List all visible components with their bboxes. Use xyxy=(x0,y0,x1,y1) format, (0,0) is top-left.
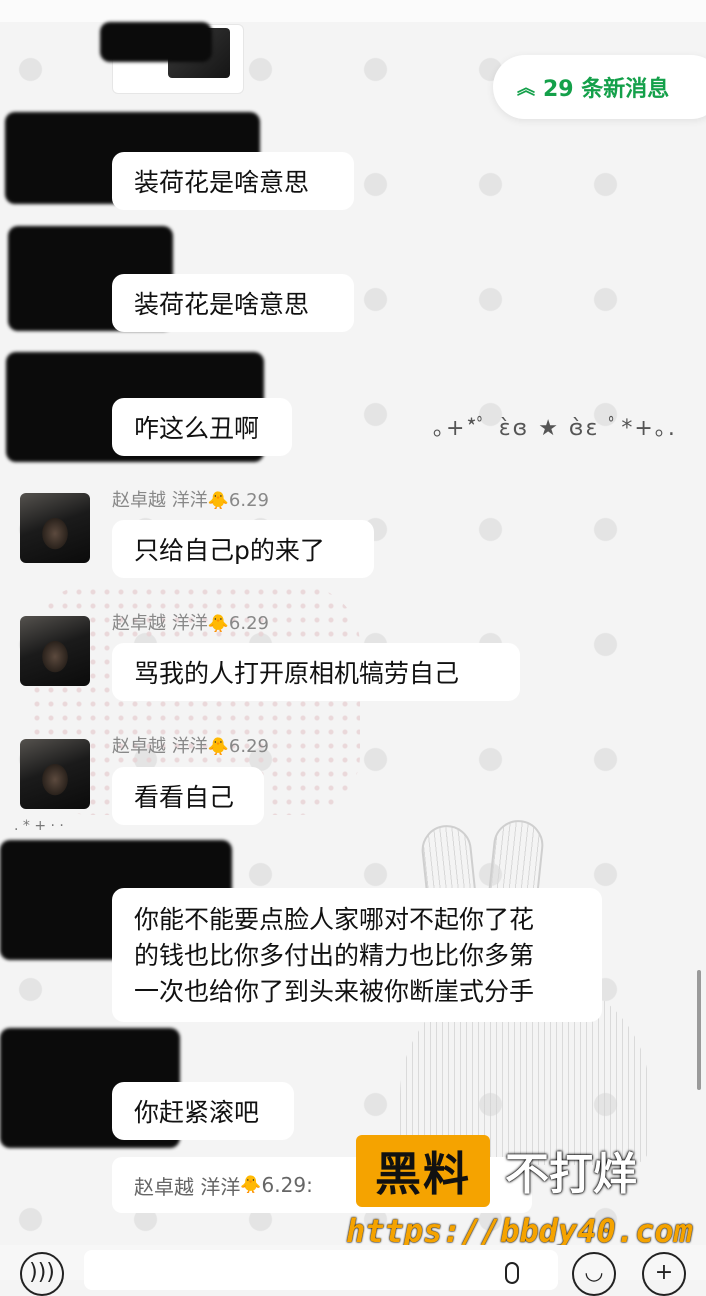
message-text: 装荷花是啥意思 xyxy=(134,168,310,197)
message-text: 看看自己 xyxy=(134,783,235,812)
message-bubble[interactable]: 骂我的人打开原相机犒劳自己 xyxy=(112,643,520,701)
message-text-line: 你能不能要点脸人家哪对不起你了花 xyxy=(134,905,535,934)
sender-name: 赵卓越 洋洋🐥6.29 xyxy=(112,490,269,511)
top-status-strip xyxy=(0,0,706,22)
chick-emoji: 🐥 xyxy=(207,614,229,634)
message-bubble[interactable]: 你能不能要点脸人家哪对不起你了花 的钱也比你多付出的精力也比你多第 一次也给你了… xyxy=(112,888,602,1022)
emoji-icon: ◡ xyxy=(584,1260,604,1285)
voice-icon: ))) xyxy=(29,1260,55,1285)
message-bubble[interactable]: 看看自己 xyxy=(112,767,264,825)
avatar[interactable] xyxy=(20,739,90,809)
voice-button[interactable]: ))) xyxy=(20,1252,64,1296)
scrollbar[interactable] xyxy=(697,970,701,1090)
message-text: 咋这么丑啊 xyxy=(134,414,260,443)
message-text: 骂我的人打开原相机犒劳自己 xyxy=(134,659,460,688)
sender-name: 赵卓越 洋洋🐥6.29 xyxy=(112,613,269,634)
stars-decoration: . * + · · xyxy=(14,818,64,834)
message-text-line: 一次也给你了到头来被你断崖式分手 xyxy=(134,977,535,1006)
message-text: 只给自己p的来了 xyxy=(134,536,325,565)
message-bubble[interactable]: 你赶紧滚吧 xyxy=(112,1082,294,1140)
watermark-logo: 黑料 xyxy=(356,1135,490,1207)
message-text-line: 的钱也比你多付出的精力也比你多第 xyxy=(134,941,535,970)
chick-emoji: 🐥 xyxy=(207,491,229,511)
message-bubble[interactable]: 只给自己p的来了 xyxy=(112,520,374,578)
new-messages-button[interactable]: ︽ 29 条新消息 xyxy=(493,55,706,119)
message-text: 装荷花是啥意思 xyxy=(134,290,310,319)
watermark-tagline: 不打烊 xyxy=(505,1149,637,1200)
mic-icon[interactable] xyxy=(505,1262,519,1284)
kaomoji-decoration: ｡+*ﾟ ɛ̀ɞ ★ ɞ̀ɛ ﾟ*+｡. xyxy=(433,416,677,441)
sender-name: 赵卓越 洋洋🐥6.29 xyxy=(112,736,269,757)
avatar[interactable] xyxy=(20,493,90,563)
chick-emoji: 🐥 xyxy=(240,1175,262,1195)
redacted-avatar xyxy=(100,22,212,62)
chick-emoji: 🐥 xyxy=(207,737,229,757)
new-messages-label: 29 条新消息 xyxy=(543,77,670,102)
message-bubble[interactable]: 装荷花是啥意思 xyxy=(112,152,354,210)
message-bubble[interactable]: 咋这么丑啊 xyxy=(112,398,292,456)
double-chevron-up-icon: ︽ xyxy=(517,78,535,99)
plus-icon: + xyxy=(654,1260,674,1285)
message-input[interactable] xyxy=(84,1250,558,1290)
avatar[interactable] xyxy=(20,616,90,686)
message-text: 你赶紧滚吧 xyxy=(134,1098,260,1127)
plus-button[interactable]: + xyxy=(642,1252,686,1296)
emoji-button[interactable]: ◡ xyxy=(572,1252,616,1296)
message-bubble[interactable]: 装荷花是啥意思 xyxy=(112,274,354,332)
